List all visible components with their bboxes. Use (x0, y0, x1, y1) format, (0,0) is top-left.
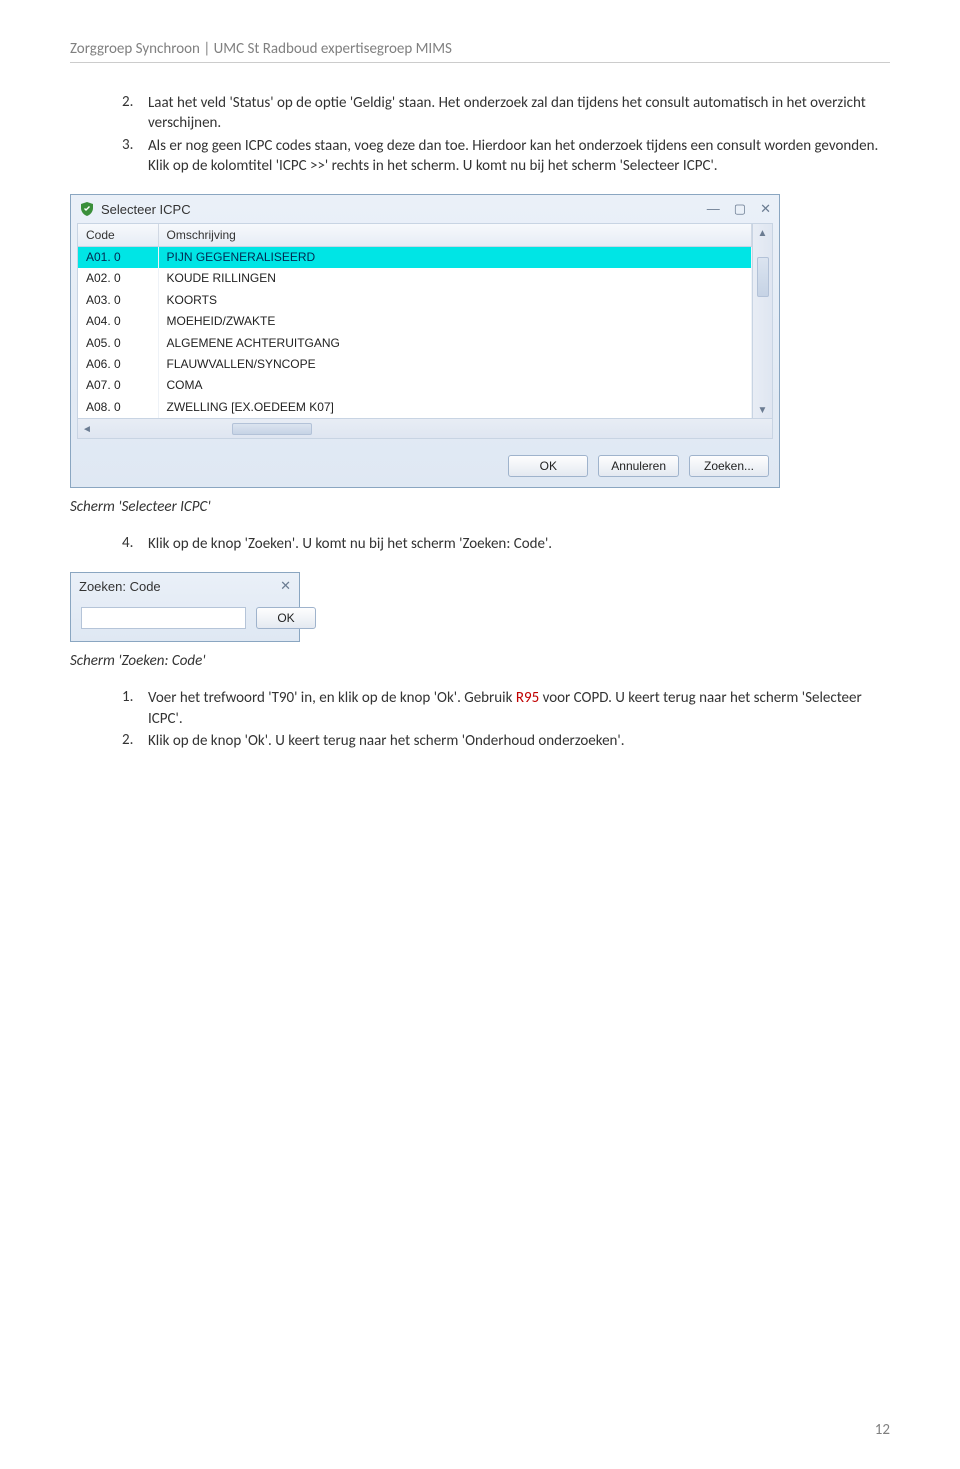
list-item: 2. Klik op de knop 'Ok'. U keert terug n… (122, 731, 890, 751)
ok-button[interactable]: OK (508, 455, 588, 477)
ok-button[interactable]: OK (256, 607, 316, 629)
instruction-list-a: 2. Laat het veld 'Status' op de optie 'G… (70, 93, 890, 176)
cell-desc: KOORTS (158, 290, 752, 311)
cancel-button[interactable]: Annuleren (598, 455, 679, 477)
table-row[interactable]: A05. 0ALGEMENE ACHTERUITGANG (78, 333, 752, 354)
cell-code: A01. 0 (78, 247, 158, 269)
cell-code: A06. 0 (78, 354, 158, 375)
list-text: Klik op de knop 'Ok'. U keert terug naar… (148, 731, 890, 751)
list-num: 2. (122, 93, 148, 134)
search-input[interactable] (81, 607, 246, 629)
cell-code: A02. 0 (78, 268, 158, 289)
table-row[interactable]: A02. 0KOUDE RILLINGEN (78, 268, 752, 289)
cell-desc: ZWELLING [EX.OEDEEM K07] (158, 397, 752, 418)
list-item: 3. Als er nog geen ICPC codes staan, voe… (122, 136, 890, 177)
list-text: Klik op de knop 'Zoeken'. U komt nu bij … (148, 534, 890, 554)
column-header-omschrijving[interactable]: Omschrijving (158, 224, 752, 247)
close-icon[interactable]: ✕ (280, 578, 291, 594)
hscroll-thumb[interactable] (232, 423, 312, 435)
figure-caption: Scherm 'Selecteer ICPC' (70, 498, 890, 516)
highlight-code: R95 (516, 689, 539, 707)
instruction-list-c: 1. Voer het trefwoord 'T90' in, en klik … (70, 688, 890, 751)
list-num: 3. (122, 136, 148, 177)
window-title: Zoeken: Code (79, 579, 280, 594)
scroll-up-icon[interactable]: ▲ (758, 226, 768, 239)
shield-icon (79, 201, 95, 217)
search-button[interactable]: Zoeken... (689, 455, 769, 477)
close-icon[interactable]: ✕ (760, 201, 771, 217)
list-text: Voer het trefwoord 'T90' in, en klik op … (148, 688, 890, 729)
table-row[interactable]: A07. 0COMA (78, 375, 752, 396)
list-item: 2. Laat het veld 'Status' op de optie 'G… (122, 93, 890, 134)
list-text: Laat het veld 'Status' op de optie 'Geld… (148, 93, 890, 134)
cell-code: A08. 0 (78, 397, 158, 418)
list-text: Als er nog geen ICPC codes staan, voeg d… (148, 136, 890, 177)
window-titlebar: Zoeken: Code ✕ (71, 573, 299, 599)
instruction-list-b: 4. Klik op de knop 'Zoeken'. U komt nu b… (70, 534, 890, 554)
window-zoeken-code: Zoeken: Code ✕ OK (70, 572, 300, 642)
maximize-icon[interactable]: ▢ (734, 201, 746, 217)
table-row[interactable]: A04. 0MOEHEID/ZWAKTE (78, 311, 752, 332)
cell-desc: COMA (158, 375, 752, 396)
list-num: 1. (122, 688, 148, 729)
table-row[interactable]: A01. 0PIJN GEGENERALISEERD (78, 247, 752, 269)
cell-code: A05. 0 (78, 333, 158, 354)
list-item: 1. Voer het trefwoord 'T90' in, en klik … (122, 688, 890, 729)
window-selecteer-icpc: Selecteer ICPC — ▢ ✕ Code Omschrijving A… (70, 194, 780, 488)
page-header: Zorggroep Synchroon | UMC St Radboud exp… (70, 40, 890, 63)
cell-code: A07. 0 (78, 375, 158, 396)
window-titlebar: Selecteer ICPC — ▢ ✕ (71, 195, 779, 223)
cell-code: A04. 0 (78, 311, 158, 332)
scroll-thumb[interactable] (757, 257, 769, 297)
list-item: 4. Klik op de knop 'Zoeken'. U komt nu b… (122, 534, 890, 554)
cell-desc: ALGEMENE ACHTERUITGANG (158, 333, 752, 354)
cell-code: A03. 0 (78, 290, 158, 311)
table-row[interactable]: A03. 0KOORTS (78, 290, 752, 311)
figure-caption: Scherm 'Zoeken: Code' (70, 652, 890, 670)
list-num: 2. (122, 731, 148, 751)
page-number: 12 (875, 1421, 890, 1439)
horizontal-scrollbar[interactable]: ◄ (78, 418, 772, 438)
cell-desc: KOUDE RILLINGEN (158, 268, 752, 289)
table-row[interactable]: A08. 0ZWELLING [EX.OEDEEM K07] (78, 397, 752, 418)
scroll-left-icon[interactable]: ◄ (82, 422, 92, 435)
table-row[interactable]: A06. 0FLAUWVALLEN/SYNCOPE (78, 354, 752, 375)
window-title: Selecteer ICPC (101, 202, 707, 217)
cell-desc: FLAUWVALLEN/SYNCOPE (158, 354, 752, 375)
minimize-icon[interactable]: — (707, 201, 720, 217)
scroll-down-icon[interactable]: ▼ (758, 403, 768, 416)
cell-desc: PIJN GEGENERALISEERD (158, 247, 752, 269)
cell-desc: MOEHEID/ZWAKTE (158, 311, 752, 332)
icpc-table: Code Omschrijving A01. 0PIJN GEGENERALIS… (78, 224, 752, 418)
column-header-code[interactable]: Code (78, 224, 158, 247)
vertical-scrollbar[interactable]: ▲ ▼ (752, 224, 772, 418)
list-num: 4. (122, 534, 148, 554)
